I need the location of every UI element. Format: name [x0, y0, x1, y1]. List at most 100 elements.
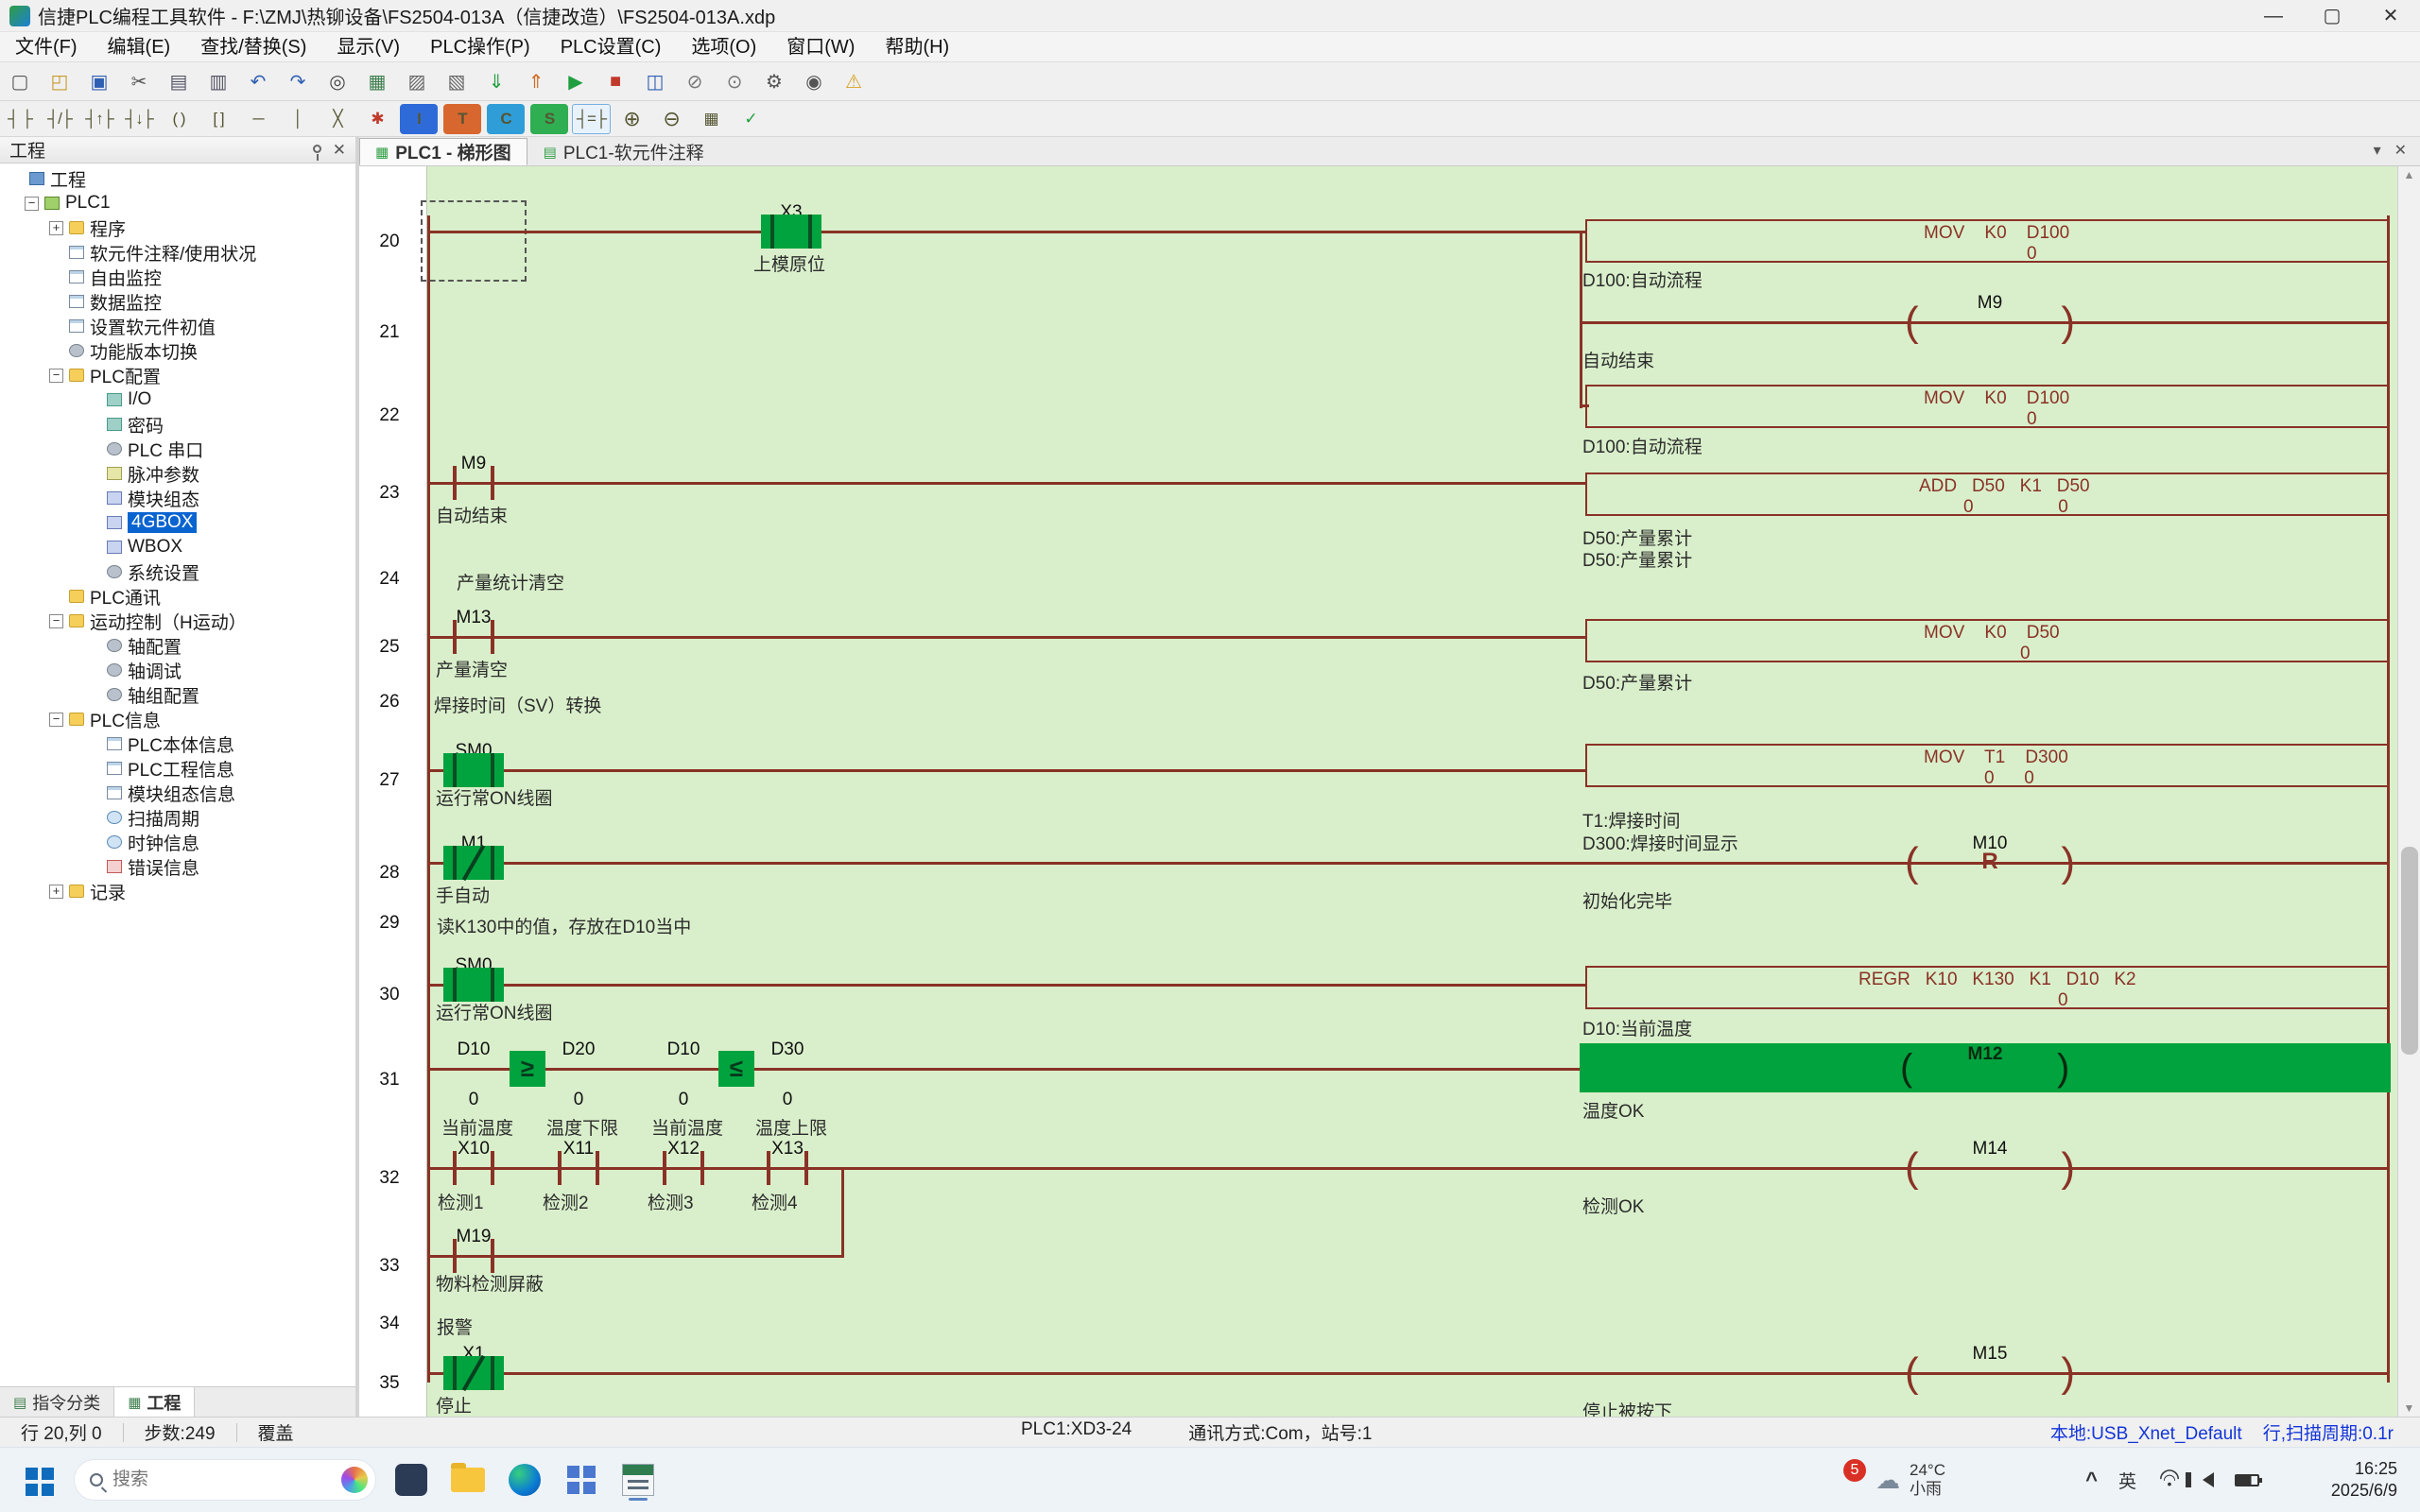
coil-m14[interactable]: () — [1905, 1146, 2075, 1190]
coil-m15[interactable]: () — [1905, 1351, 2075, 1395]
toolbar-button[interactable]: ⊙ — [716, 66, 753, 96]
expand-toggle-icon[interactable] — [87, 418, 101, 432]
ladder-tool-button[interactable]: C — [487, 104, 525, 134]
instruction-mov[interactable]: MOV T1 D300 0 0 — [1585, 744, 2389, 787]
tree-item[interactable]: 功能版本切换 — [0, 338, 355, 363]
expand-toggle-icon[interactable] — [87, 442, 101, 456]
tree-item[interactable]: 密码 — [0, 412, 355, 437]
tree-item[interactable]: 模块组态 — [0, 486, 355, 510]
tree-item[interactable]: 轴组配置 — [0, 682, 355, 707]
vertical-scrollbar[interactable]: ▲ ▼ — [2397, 166, 2420, 1417]
instruction-add[interactable]: ADD D50 K1 D50 0 0 — [1585, 472, 2389, 516]
contact-x11[interactable] — [548, 1151, 609, 1185]
toolbar-button[interactable]: ↷ — [279, 66, 317, 96]
expand-toggle-icon[interactable] — [87, 835, 101, 850]
ladder-tool-button[interactable]: ✱ — [358, 104, 396, 134]
tab-device-comments[interactable]: ▤ PLC1-软元件注释 — [527, 138, 720, 165]
contact-x12[interactable] — [653, 1151, 714, 1185]
tree-item[interactable]: I/O — [0, 387, 355, 412]
expand-toggle-icon[interactable] — [9, 172, 24, 186]
start-button[interactable] — [15, 1457, 60, 1503]
taskbar-clock[interactable]: 16:25 2025/6/9 — [2331, 1448, 2397, 1512]
ladder-tool-button[interactable]: ⊕ — [613, 104, 650, 134]
tree-item[interactable]: + 记录 — [0, 879, 355, 903]
expand-toggle-icon[interactable]: + — [49, 885, 63, 899]
taskbar-store[interactable] — [560, 1458, 603, 1502]
volume-icon[interactable] — [2203, 1472, 2214, 1487]
tab-list-dropdown-icon[interactable]: ▾ — [2374, 141, 2381, 160]
ladder-tool-button[interactable]: │ — [279, 104, 317, 134]
tree-item[interactable]: 模块组态信息 — [0, 781, 355, 805]
tree-item[interactable]: 时钟信息 — [0, 830, 355, 854]
tree-item[interactable]: PLC本体信息 — [0, 731, 355, 756]
expand-toggle-icon[interactable] — [87, 393, 101, 407]
tree-item[interactable]: 轴配置 — [0, 633, 355, 658]
expand-toggle-icon[interactable] — [49, 319, 63, 334]
expand-toggle-icon[interactable] — [87, 516, 101, 530]
toolbar-button[interactable]: ▣ — [80, 66, 118, 96]
tree-item[interactable]: 错误信息 — [0, 854, 355, 879]
tree-item[interactable]: WBOX — [0, 535, 355, 559]
input-language-indicator[interactable]: 英 — [2118, 1468, 2136, 1493]
contact-x13[interactable] — [757, 1151, 818, 1185]
contact-m13[interactable] — [443, 620, 504, 654]
expand-toggle-icon[interactable] — [87, 688, 101, 702]
ladder-canvas[interactable]: 20 X3 上模原位 MOV K0 D100 0 D100:自动流程 21 M9… — [359, 166, 2420, 1417]
contact-x1-nc[interactable] — [443, 1356, 504, 1390]
tree-item[interactable]: 设置软元件初值 — [0, 314, 355, 338]
tree-item[interactable]: 脉冲参数 — [0, 461, 355, 486]
menu-item[interactable]: 文件(F) — [0, 32, 93, 62]
toolbar-button[interactable]: ▤ — [160, 66, 198, 96]
maximize-button[interactable]: ▢ — [2303, 0, 2361, 32]
taskbar-app-dark[interactable] — [389, 1458, 433, 1502]
contact-m9[interactable] — [443, 466, 504, 500]
tree-item[interactable]: − PLC1 — [0, 191, 355, 215]
compare-le-contact[interactable]: ≤ — [718, 1051, 754, 1087]
expand-toggle-icon[interactable]: + — [49, 221, 63, 235]
scrollbar-thumb[interactable] — [2401, 847, 2418, 1055]
menu-item[interactable]: 显示(V) — [321, 32, 415, 62]
contact-x3[interactable] — [761, 215, 821, 249]
tree-item[interactable]: 软元件注释/使用状况 — [0, 240, 355, 265]
taskbar-plc-ide-active[interactable] — [616, 1458, 660, 1502]
ladder-tool-button[interactable]: ┤↑├ — [80, 104, 118, 134]
tab-close-icon[interactable]: ✕ — [2394, 141, 2407, 160]
menu-item[interactable]: 帮助(H) — [870, 32, 964, 62]
toolbar-button[interactable]: ⊘ — [676, 66, 714, 96]
contact-sm0[interactable] — [443, 968, 504, 1002]
toolbar-button[interactable]: ■ — [596, 66, 634, 96]
instruction-mov[interactable]: MOV K0 D100 0 — [1585, 385, 2389, 428]
ladder-tool-button[interactable]: ╳ — [319, 104, 356, 134]
wifi-icon[interactable]: ◠◠• — [2157, 1470, 2182, 1489]
coil-m9[interactable]: () — [1905, 301, 2075, 344]
close-button[interactable]: ✕ — [2361, 0, 2420, 32]
contact-m19[interactable] — [443, 1239, 504, 1273]
pin-icon[interactable] — [313, 145, 321, 153]
ladder-tool-button[interactable]: ┤↓├ — [120, 104, 158, 134]
ladder-tool-button[interactable]: ( ) — [160, 104, 198, 134]
sidebar-close-icon[interactable]: ✕ — [333, 141, 346, 160]
expand-toggle-icon[interactable] — [87, 663, 101, 678]
expand-toggle-icon[interactable]: − — [25, 197, 39, 211]
toolbar-button[interactable]: ✂ — [120, 66, 158, 96]
ladder-tool-button[interactable]: ┤ ├ — [1, 104, 39, 134]
tree-item[interactable]: 自由监控 — [0, 265, 355, 289]
taskbar-file-explorer[interactable] — [446, 1458, 490, 1502]
menu-item[interactable]: 查找/替换(S) — [185, 32, 321, 62]
toolbar-button[interactable]: ⚠ — [835, 66, 873, 96]
ladder-tool-button[interactable]: T — [443, 104, 481, 134]
expand-toggle-icon[interactable] — [87, 565, 101, 579]
tree-item[interactable]: 扫描周期 — [0, 805, 355, 830]
expand-toggle-icon[interactable] — [87, 467, 101, 481]
ladder-tool-button[interactable]: ┤=├ — [572, 104, 611, 134]
scroll-up-icon[interactable]: ▲ — [2398, 166, 2420, 183]
taskbar-search[interactable] — [74, 1459, 376, 1501]
ladder-tool-button[interactable]: ─ — [239, 104, 277, 134]
tree-item[interactable]: 数据监控 — [0, 289, 355, 314]
expand-toggle-icon[interactable] — [49, 246, 63, 260]
ladder-tool-button[interactable]: ▦ — [692, 104, 730, 134]
expand-toggle-icon[interactable]: − — [49, 713, 63, 727]
menu-item[interactable]: PLC设置(C) — [545, 32, 677, 62]
expand-toggle-icon[interactable] — [87, 786, 101, 800]
expand-toggle-icon[interactable] — [87, 639, 101, 653]
